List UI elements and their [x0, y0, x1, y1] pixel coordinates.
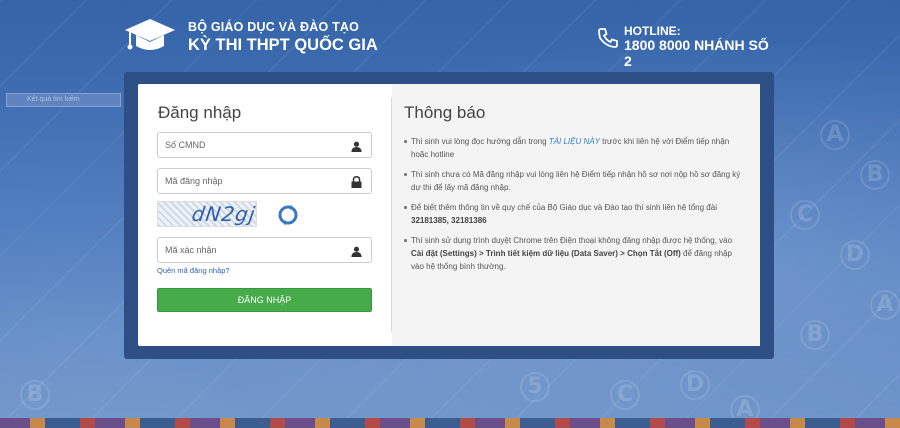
main-panel: Đăng nhập dN2gj [138, 84, 760, 346]
sidebar-stub: Kết quả tìm kiếm [6, 93, 121, 107]
login-title: Đăng nhập [158, 103, 242, 122]
id-number-input[interactable] [158, 133, 338, 157]
hotline-number: 1800 8000 NHÁNH SỐ 2 [624, 37, 769, 69]
graduation-cap-icon [124, 16, 176, 61]
captcha-input[interactable] [158, 238, 338, 262]
captcha-field[interactable] [157, 237, 372, 263]
bottom-strip [0, 418, 900, 428]
login-button[interactable]: ĐĂNG NHẬP [157, 288, 372, 312]
id-number-field[interactable] [157, 132, 372, 158]
user-icon [351, 139, 362, 157]
login-form: Đăng nhập dN2gj [138, 84, 391, 346]
login-code-input[interactable] [158, 169, 338, 193]
user-icon [351, 244, 362, 262]
site-header: BỘ GIÁO DỤC VÀ ĐÀO TẠO KỲ THI THPT QUỐC … [124, 14, 774, 69]
notice-title: Thông báo [404, 103, 486, 122]
hotline-numbers: 32181385, 32181386 [411, 216, 487, 225]
login-code-field[interactable] [157, 168, 372, 194]
list-item: Thí sinh chưa có Mã đăng nhập vui lòng l… [404, 168, 742, 194]
settings-path: Cài đặt (Settings) > Trình tiết kiệm dữ … [411, 249, 681, 258]
list-item: Thí sinh sử dụng trình duyệt Chrome trên… [404, 234, 742, 273]
exam-name: KỲ THI THPT QUỐC GIA [188, 36, 378, 54]
org-name: BỘ GIÁO DỤC VÀ ĐÀO TẠO [188, 20, 360, 34]
refresh-icon[interactable] [278, 205, 298, 230]
forgot-login-code-link[interactable]: Quên mã đăng nhập? [157, 266, 230, 275]
document-link[interactable]: TÀI LIỆU NÀY [549, 137, 600, 146]
hotline-label: HOTLINE: [624, 24, 681, 38]
list-item: Để biết thêm thông tin về quy chế của Bộ… [404, 201, 742, 227]
captcha-text: dN2gj [190, 202, 257, 226]
list-item: Thí sinh vui lòng đọc hướng dẫn trong TÀ… [404, 135, 742, 161]
notice-list: Thí sinh vui lòng đọc hướng dẫn trong TÀ… [404, 135, 742, 280]
captcha-image: dN2gj [157, 201, 257, 227]
notice-panel: Thông báo Thí sinh vui lòng đọc hướng dẫ… [392, 84, 760, 346]
lock-icon [351, 175, 362, 193]
phone-icon [596, 26, 620, 55]
